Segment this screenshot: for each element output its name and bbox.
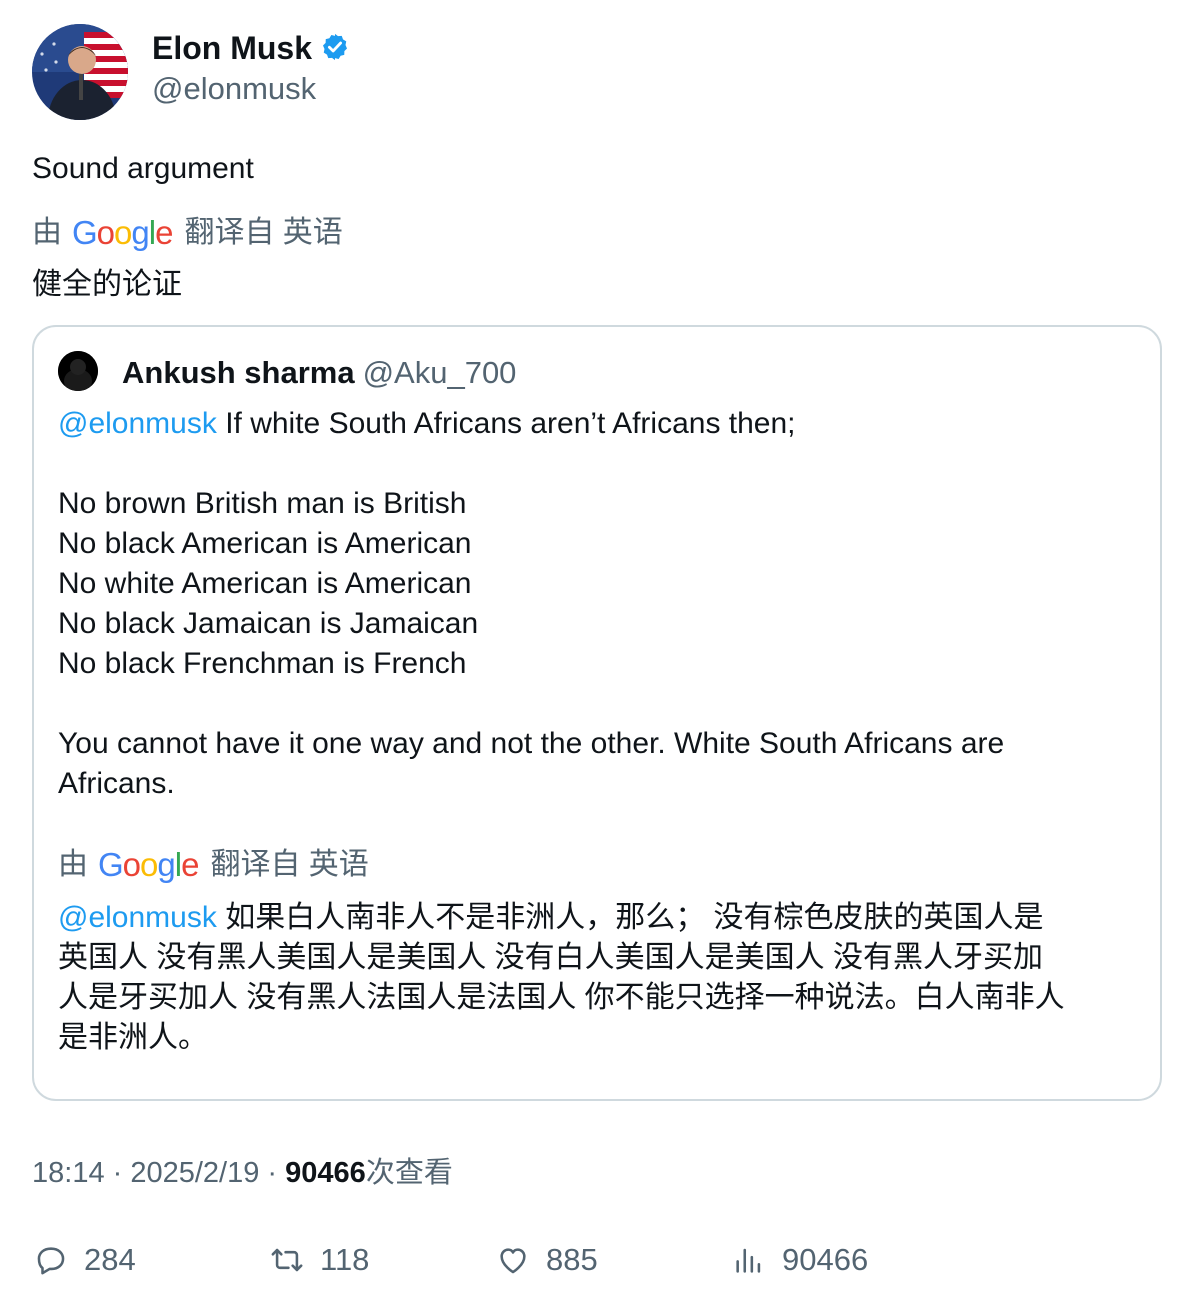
quoted-closing-line: Africans. <box>58 767 175 800</box>
quoted-author-avatar[interactable] <box>58 351 98 391</box>
translation-suffix[interactable]: 翻译自 英语 <box>210 845 368 885</box>
author-handle[interactable]: @elonmusk <box>152 70 316 108</box>
like-count: 885 <box>546 1242 598 1277</box>
reply-icon <box>37 1247 65 1275</box>
tweet-text: Sound argument <box>32 152 254 185</box>
like-button[interactable]: 885 <box>496 1238 598 1282</box>
translated-line: 人是牙买加人 没有黑人法国人是法国人 你不能只选择一种说法。白人南非人 <box>58 981 1065 1014</box>
translated-tweet-text: 健全的论证 <box>32 268 182 301</box>
reply-count: 284 <box>84 1242 136 1277</box>
translated-line: 英国人 没有黑人美国人是美国人 没有白人美国人是美国人 没有黑人牙买加 <box>58 941 1044 974</box>
meta-separator: · <box>259 1157 286 1189</box>
quoted-line: No brown British man is British <box>58 487 467 520</box>
heart-icon <box>500 1248 526 1274</box>
quoted-avatar-image <box>58 351 98 391</box>
author-name[interactable]: Elon Musk <box>152 28 350 68</box>
translation-prefix: 由 <box>32 216 62 250</box>
tweet-date[interactable]: 2025/2/19 <box>130 1157 259 1189</box>
tweet-meta: 18:14 · 2025/2/19 · 90466次查看 <box>32 1154 453 1192</box>
google-logo-icon: Google <box>72 214 173 252</box>
mention-link[interactable]: @elonmusk <box>58 901 217 934</box>
views-button[interactable]: 90466 <box>732 1238 868 1282</box>
author-avatar-image <box>32 24 128 120</box>
quoted-line: No white American is American <box>58 567 472 600</box>
quoted-line: No black American is American <box>58 527 472 560</box>
author-name-text[interactable]: Elon Musk <box>152 30 312 66</box>
author-avatar[interactable] <box>32 24 128 120</box>
meta-separator: · <box>104 1157 131 1189</box>
mention-link[interactable]: @elonmusk <box>58 407 217 440</box>
quoted-line: No black Frenchman is French <box>58 647 467 680</box>
translated-line: 是非洲人。 <box>58 1021 208 1054</box>
quoted-author[interactable]: Ankush sharma @Aku_700 <box>122 354 516 392</box>
translation-attribution: 由 Google 翻译自 英语 <box>32 212 343 253</box>
verified-badge-icon <box>323 33 348 61</box>
quoted-author-handle[interactable]: @Aku_700 <box>363 355 517 390</box>
view-count: 90466 <box>285 1157 366 1189</box>
translated-line: 如果白人南非人不是非洲人，那么； 没有棕色皮肤的英国人是 <box>216 901 1044 934</box>
translation-prefix: 由 <box>58 848 88 882</box>
quoted-tweet-text: @elonmusk If white South Africans aren’t… <box>58 404 1138 804</box>
quoted-first-line: If white South Africans aren’t Africans … <box>216 407 796 440</box>
tweet-time[interactable]: 18:14 <box>32 1157 105 1189</box>
retweet-button[interactable]: 118 <box>270 1238 369 1282</box>
retweet-icon <box>271 1248 303 1272</box>
retweet-count: 118 <box>320 1242 370 1277</box>
quoted-closing-line: You cannot have it one way and not the o… <box>58 727 1005 760</box>
quoted-author-name[interactable]: Ankush sharma <box>122 355 355 390</box>
google-logo-icon: Google <box>98 846 199 884</box>
views-count: 90466 <box>782 1242 869 1277</box>
view-label: 次查看 <box>365 1157 453 1189</box>
quoted-line: No black Jamaican is Jamaican <box>58 607 479 640</box>
reply-button[interactable]: 284 <box>34 1238 136 1282</box>
views-bar-chart-icon <box>736 1248 761 1273</box>
translation-suffix[interactable]: 翻译自 英语 <box>184 213 342 253</box>
quoted-translated-text: @elonmusk 如果白人南非人不是非洲人，那么； 没有棕色皮肤的英国人是 英… <box>58 898 1138 1058</box>
quoted-translation-attribution: 由 Google 翻译自 英语 <box>58 844 369 885</box>
